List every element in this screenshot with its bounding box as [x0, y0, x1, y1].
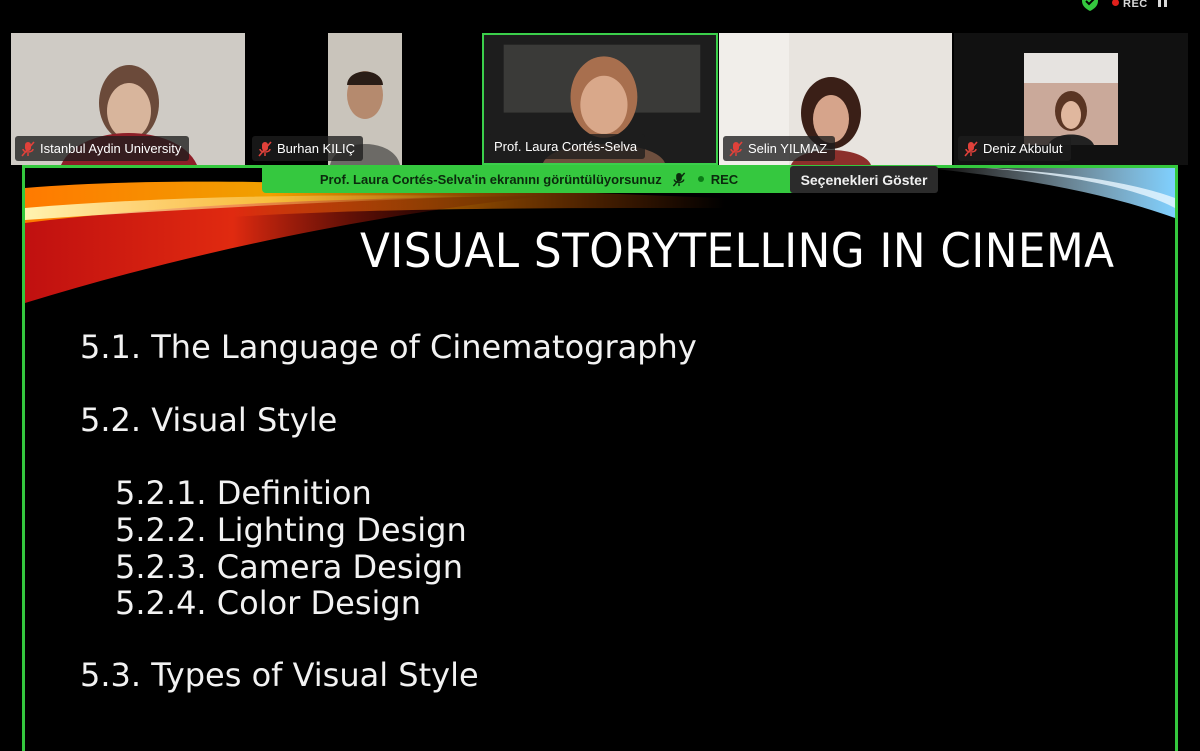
muted-mic-icon [672, 171, 685, 187]
participant-name-label: Istanbul Aydin University [15, 136, 190, 161]
outline-subitem: 5.2.4. Color Design [115, 584, 421, 622]
muted-mic-icon [964, 140, 978, 157]
outline-item: 5.2. Visual Style [80, 401, 338, 439]
outline-subitem: 5.2.2. Lighting Design [115, 511, 467, 549]
participant-tile[interactable]: Istanbul Aydin University [11, 33, 245, 165]
show-options-button[interactable]: Seçenekleri Göster [790, 166, 938, 193]
shield-check-icon [1082, 0, 1098, 11]
recording-label: REC [1123, 0, 1148, 10]
pause-recording-icon[interactable] [1158, 0, 1168, 8]
status-bar: REC [0, 0, 1200, 30]
recording-dot-icon [1112, 0, 1119, 6]
participant-name: Burhan KILIÇ [277, 141, 356, 156]
participant-name-label: Burhan KILIÇ [252, 136, 364, 161]
participant-tile-active-speaker[interactable]: Prof. Laura Cortés-Selva [482, 33, 718, 165]
outline-item: 5.3. Types of Visual Style [80, 656, 479, 694]
outline-item: 5.1. The Language of Cinematography [80, 328, 697, 366]
slide-title: VISUAL STORYTELLING IN CINEMA [360, 224, 1115, 279]
outline-subitem: 5.2.3. Camera Design [115, 548, 463, 586]
outline-subitem: 5.2.1. Definition [115, 474, 372, 512]
participant-tile[interactable]: Selin YILMAZ [719, 33, 952, 165]
recording-dot-icon [697, 176, 704, 182]
shared-screen[interactable]: VISUAL STORYTELLING IN CINEMA 5.1. The L… [22, 165, 1178, 751]
participant-tile[interactable]: Burhan KILIÇ [248, 33, 480, 165]
screen-share-banner: Prof. Laura Cortés-Selva'in ekranını gör… [262, 165, 796, 193]
banner-recording-label: REC [710, 171, 739, 187]
participant-name: Prof. Laura Cortés-Selva [494, 139, 638, 154]
muted-mic-icon [729, 140, 743, 157]
participant-name-label: Selin YILMAZ [723, 136, 836, 161]
screen-share-text: Prof. Laura Cortés-Selva'in ekranını gör… [319, 171, 662, 187]
muted-mic-icon [258, 140, 272, 157]
recording-indicator[interactable]: REC [1112, 0, 1148, 10]
participant-tile[interactable]: Deniz Akbulut [954, 33, 1188, 165]
participant-name: Selin YILMAZ [748, 141, 828, 156]
participant-name-label: Prof. Laura Cortés-Selva [488, 134, 646, 159]
muted-mic-icon [21, 140, 35, 157]
participant-name: Deniz Akbulut [983, 141, 1063, 156]
participant-name: Istanbul Aydin University [40, 141, 182, 156]
participant-name-label: Deniz Akbulut [958, 136, 1071, 161]
